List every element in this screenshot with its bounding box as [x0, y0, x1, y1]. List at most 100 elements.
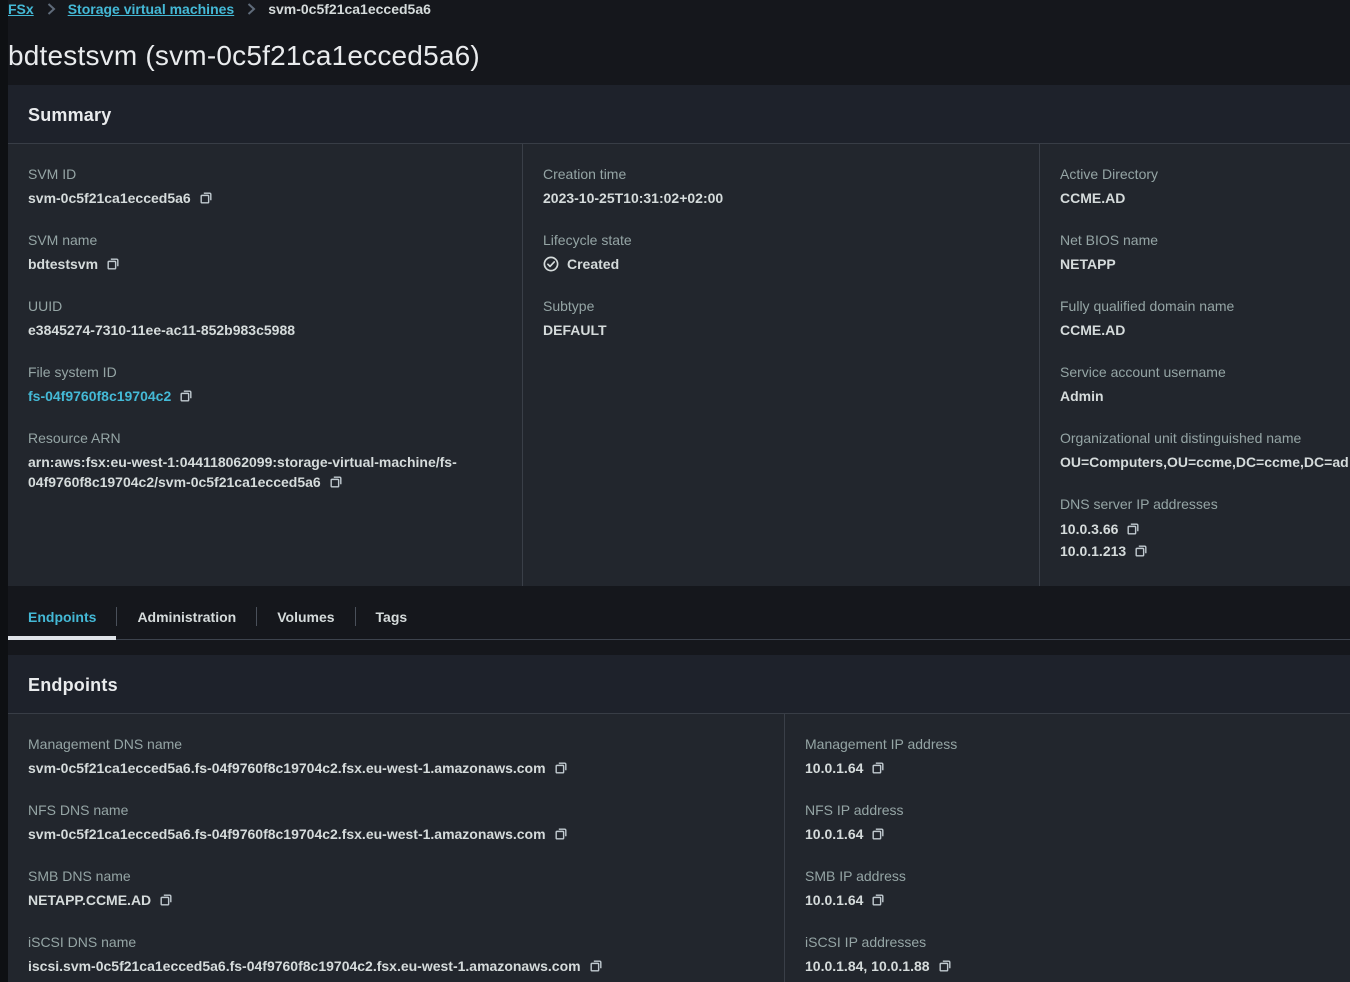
field-value: svm-0c5f21ca1ecced5a6.fs-04f9760f8c19704… — [28, 824, 546, 844]
copy-icon[interactable] — [1126, 522, 1140, 536]
copy-icon[interactable] — [106, 257, 120, 271]
endpoints-panel: Endpoints Management DNS name svm-0c5f21… — [8, 655, 1350, 982]
field-value: 10.0.1.64 — [805, 758, 863, 778]
field-label: iSCSI IP addresses — [805, 932, 1330, 952]
field-fqdn: Fully qualified domain name CCME.AD — [1060, 296, 1349, 340]
field-svm-id: SVM ID svm-0c5f21ca1ecced5a6 — [28, 164, 502, 208]
field-nfs-dns-name: NFS DNS name svm-0c5f21ca1ecced5a6.fs-04… — [28, 800, 764, 844]
field-value: Admin — [1060, 386, 1104, 406]
field-label: UUID — [28, 296, 502, 316]
check-circle-icon — [543, 256, 559, 272]
field-label: Active Directory — [1060, 164, 1349, 184]
field-creation-time: Creation time 2023-10-25T10:31:02+02:00 — [543, 164, 1019, 208]
summary-panel-header: Summary — [8, 85, 1350, 144]
field-value: 10.0.3.66 — [1060, 518, 1118, 540]
field-label: Creation time — [543, 164, 1019, 184]
endpoints-title: Endpoints — [28, 675, 1330, 696]
breadcrumb: FSx Storage virtual machines svm-0c5f21c… — [8, 0, 1350, 17]
breadcrumb-current: svm-0c5f21ca1ecced5a6 — [268, 1, 431, 17]
tab-administration[interactable]: Administration — [117, 594, 256, 640]
field-label: Fully qualified domain name — [1060, 296, 1349, 316]
field-label: SVM ID — [28, 164, 502, 184]
field-smb-dns-name: SMB DNS name NETAPP.CCME.AD — [28, 866, 764, 910]
endpoints-column-1: Management DNS name svm-0c5f21ca1ecced5a… — [8, 714, 785, 982]
page-left-gutter — [0, 0, 8, 982]
field-label: NFS DNS name — [28, 800, 764, 820]
field-service-account-username: Service account username Admin — [1060, 362, 1349, 406]
field-iscsi-ips: iSCSI IP addresses 10.0.1.84, 10.0.1.88 — [805, 932, 1330, 976]
field-smb-ip: SMB IP address 10.0.1.64 — [805, 866, 1330, 910]
tab-bar: Endpoints Administration Volumes Tags — [0, 594, 1350, 640]
field-svm-name: SVM name bdtestsvm — [28, 230, 502, 274]
page-title: bdtestsvm (svm-0c5f21ca1ecced5a6) — [8, 40, 1350, 72]
field-label: Management IP address — [805, 734, 1330, 754]
breadcrumb-link-storage-virtual-machines[interactable]: Storage virtual machines — [68, 1, 235, 17]
field-value: 10.0.1.64 — [805, 890, 863, 910]
field-label: Lifecycle state — [543, 230, 1019, 250]
summary-column-1: SVM ID svm-0c5f21ca1ecced5a6 SVM name bd… — [8, 144, 523, 586]
breadcrumb-link-fsx[interactable]: FSx — [8, 1, 34, 17]
copy-icon[interactable] — [554, 761, 568, 775]
field-uuid: UUID e3845274-7310-11ee-ac11-852b983c598… — [28, 296, 502, 340]
tab-volumes[interactable]: Volumes — [257, 594, 354, 640]
summary-column-3: Active Directory CCME.AD Net BIOS name N… — [1040, 144, 1350, 586]
copy-icon[interactable] — [871, 893, 885, 907]
field-label: SMB IP address — [805, 866, 1330, 886]
chevron-right-icon — [43, 1, 59, 17]
field-value: iscsi.svm-0c5f21ca1ecced5a6.fs-04f9760f8… — [28, 956, 581, 976]
field-lifecycle-state: Lifecycle state Created — [543, 230, 1019, 274]
copy-icon[interactable] — [1134, 544, 1148, 558]
field-active-directory: Active Directory CCME.AD — [1060, 164, 1349, 208]
copy-icon[interactable] — [329, 475, 343, 489]
field-label: DNS server IP addresses — [1060, 494, 1349, 514]
copy-icon[interactable] — [159, 893, 173, 907]
copy-icon[interactable] — [179, 389, 193, 403]
summary-panel: Summary SVM ID svm-0c5f21ca1ecced5a6 SVM… — [8, 85, 1350, 586]
field-label: NFS IP address — [805, 800, 1330, 820]
field-value: NETAPP.CCME.AD — [28, 890, 151, 910]
field-label: SVM name — [28, 230, 502, 250]
copy-icon[interactable] — [199, 191, 213, 205]
field-value: DEFAULT — [543, 320, 607, 340]
copy-icon[interactable] — [938, 959, 952, 973]
summary-column-2: Creation time 2023-10-25T10:31:02+02:00 … — [523, 144, 1040, 586]
field-netbios-name: Net BIOS name NETAPP — [1060, 230, 1349, 274]
field-value: svm-0c5f21ca1ecced5a6.fs-04f9760f8c19704… — [28, 758, 546, 778]
field-file-system-id: File system ID fs-04f9760f8c19704c2 — [28, 362, 502, 406]
status-badge: Created — [567, 254, 619, 274]
copy-icon[interactable] — [554, 827, 568, 841]
field-value: svm-0c5f21ca1ecced5a6 — [28, 188, 191, 208]
field-resource-arn: Resource ARN arn:aws:fsx:eu-west-1:04411… — [28, 428, 502, 492]
field-label: Net BIOS name — [1060, 230, 1349, 250]
field-label: Management DNS name — [28, 734, 764, 754]
field-value: 10.0.1.84, 10.0.1.88 — [805, 956, 930, 976]
field-value: CCME.AD — [1060, 188, 1125, 208]
copy-icon[interactable] — [871, 827, 885, 841]
field-value: e3845274-7310-11ee-ac11-852b983c5988 — [28, 320, 295, 340]
field-value: OU=Computers,OU=ccme,DC=ccme,DC=ad — [1060, 452, 1349, 472]
endpoints-grid: Management DNS name svm-0c5f21ca1ecced5a… — [8, 714, 1350, 982]
field-label: iSCSI DNS name — [28, 932, 764, 952]
field-label: Organizational unit distinguished name — [1060, 428, 1349, 448]
field-label: Service account username — [1060, 362, 1349, 382]
field-value: bdtestsvm — [28, 254, 98, 274]
copy-icon[interactable] — [871, 761, 885, 775]
summary-title: Summary — [28, 105, 1330, 126]
field-dns-server-ips: DNS server IP addresses 10.0.3.66 10.0.1… — [1060, 494, 1349, 562]
field-management-ip: Management IP address 10.0.1.64 — [805, 734, 1330, 778]
field-value: 10.0.1.64 — [805, 824, 863, 844]
field-nfs-ip: NFS IP address 10.0.1.64 — [805, 800, 1330, 844]
tab-tags[interactable]: Tags — [356, 594, 428, 640]
summary-grid: SVM ID svm-0c5f21ca1ecced5a6 SVM name bd… — [8, 144, 1350, 586]
endpoints-column-2: Management IP address 10.0.1.64 NFS IP a… — [785, 714, 1350, 982]
field-subtype: Subtype DEFAULT — [543, 296, 1019, 340]
field-label: Subtype — [543, 296, 1019, 316]
field-value: 10.0.1.213 — [1060, 540, 1126, 562]
file-system-link[interactable]: fs-04f9760f8c19704c2 — [28, 386, 171, 406]
tab-endpoints[interactable]: Endpoints — [8, 594, 116, 640]
endpoints-panel-header: Endpoints — [8, 655, 1350, 714]
copy-icon[interactable] — [589, 959, 603, 973]
field-management-dns-name: Management DNS name svm-0c5f21ca1ecced5a… — [28, 734, 764, 778]
field-label: Resource ARN — [28, 428, 502, 448]
field-value: 2023-10-25T10:31:02+02:00 — [543, 188, 723, 208]
